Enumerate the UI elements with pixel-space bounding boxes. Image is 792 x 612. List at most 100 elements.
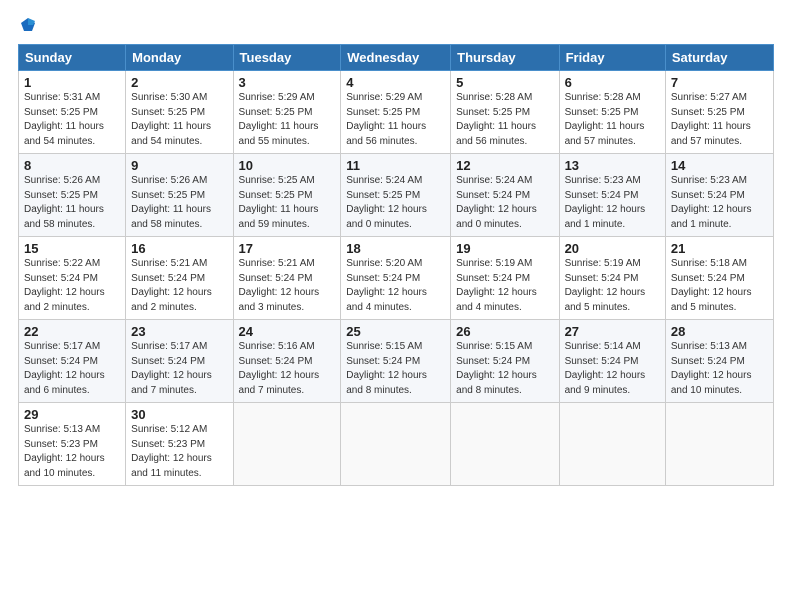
day-number: 26 [456,324,553,339]
day-number: 15 [24,241,120,256]
day-number: 14 [671,158,768,173]
calendar-cell: 16Sunrise: 5:21 AM Sunset: 5:24 PM Dayli… [126,237,233,320]
calendar-cell [233,403,341,486]
day-number: 20 [565,241,660,256]
day-number: 7 [671,75,768,90]
calendar-cell: 26Sunrise: 5:15 AM Sunset: 5:24 PM Dayli… [451,320,559,403]
calendar-cell: 4Sunrise: 5:29 AM Sunset: 5:25 PM Daylig… [341,71,451,154]
calendar-cell: 1Sunrise: 5:31 AM Sunset: 5:25 PM Daylig… [19,71,126,154]
calendar-cell: 3Sunrise: 5:29 AM Sunset: 5:25 PM Daylig… [233,71,341,154]
day-number: 6 [565,75,660,90]
calendar-cell: 30Sunrise: 5:12 AM Sunset: 5:23 PM Dayli… [126,403,233,486]
logo [18,16,37,34]
day-info: Sunrise: 5:29 AM Sunset: 5:25 PM Dayligh… [239,91,336,149]
day-info: Sunrise: 5:31 AM Sunset: 5:25 PM Dayligh… [24,91,120,149]
calendar-week-row: 29Sunrise: 5:13 AM Sunset: 5:23 PM Dayli… [19,403,774,486]
day-info: Sunrise: 5:22 AM Sunset: 5:24 PM Dayligh… [24,257,120,315]
day-number: 21 [671,241,768,256]
calendar-page: SundayMondayTuesdayWednesdayThursdayFrid… [0,0,792,612]
day-info: Sunrise: 5:20 AM Sunset: 5:24 PM Dayligh… [346,257,445,315]
day-info: Sunrise: 5:14 AM Sunset: 5:24 PM Dayligh… [565,340,660,398]
header [18,16,774,34]
calendar-cell [341,403,451,486]
day-info: Sunrise: 5:26 AM Sunset: 5:25 PM Dayligh… [24,174,120,232]
day-info: Sunrise: 5:15 AM Sunset: 5:24 PM Dayligh… [456,340,553,398]
calendar-cell: 5Sunrise: 5:28 AM Sunset: 5:25 PM Daylig… [451,71,559,154]
day-info: Sunrise: 5:21 AM Sunset: 5:24 PM Dayligh… [131,257,227,315]
day-info: Sunrise: 5:19 AM Sunset: 5:24 PM Dayligh… [456,257,553,315]
day-info: Sunrise: 5:19 AM Sunset: 5:24 PM Dayligh… [565,257,660,315]
day-number: 1 [24,75,120,90]
day-info: Sunrise: 5:13 AM Sunset: 5:24 PM Dayligh… [671,340,768,398]
day-number: 23 [131,324,227,339]
day-info: Sunrise: 5:23 AM Sunset: 5:24 PM Dayligh… [565,174,660,232]
calendar-cell: 18Sunrise: 5:20 AM Sunset: 5:24 PM Dayli… [341,237,451,320]
calendar-table: SundayMondayTuesdayWednesdayThursdayFrid… [18,44,774,486]
day-number: 28 [671,324,768,339]
calendar-cell: 28Sunrise: 5:13 AM Sunset: 5:24 PM Dayli… [665,320,773,403]
day-of-week-header: Friday [559,45,665,71]
day-info: Sunrise: 5:30 AM Sunset: 5:25 PM Dayligh… [131,91,227,149]
day-info: Sunrise: 5:25 AM Sunset: 5:25 PM Dayligh… [239,174,336,232]
calendar-cell: 29Sunrise: 5:13 AM Sunset: 5:23 PM Dayli… [19,403,126,486]
day-info: Sunrise: 5:17 AM Sunset: 5:24 PM Dayligh… [24,340,120,398]
day-number: 9 [131,158,227,173]
calendar-cell: 27Sunrise: 5:14 AM Sunset: 5:24 PM Dayli… [559,320,665,403]
calendar-cell: 6Sunrise: 5:28 AM Sunset: 5:25 PM Daylig… [559,71,665,154]
day-of-week-header: Saturday [665,45,773,71]
calendar-cell: 11Sunrise: 5:24 AM Sunset: 5:25 PM Dayli… [341,154,451,237]
calendar-week-row: 22Sunrise: 5:17 AM Sunset: 5:24 PM Dayli… [19,320,774,403]
day-number: 19 [456,241,553,256]
day-number: 5 [456,75,553,90]
day-number: 2 [131,75,227,90]
calendar-cell: 10Sunrise: 5:25 AM Sunset: 5:25 PM Dayli… [233,154,341,237]
day-number: 24 [239,324,336,339]
calendar-cell [665,403,773,486]
calendar-cell: 24Sunrise: 5:16 AM Sunset: 5:24 PM Dayli… [233,320,341,403]
calendar-cell: 17Sunrise: 5:21 AM Sunset: 5:24 PM Dayli… [233,237,341,320]
day-of-week-header: Wednesday [341,45,451,71]
calendar-cell: 7Sunrise: 5:27 AM Sunset: 5:25 PM Daylig… [665,71,773,154]
calendar-cell: 12Sunrise: 5:24 AM Sunset: 5:24 PM Dayli… [451,154,559,237]
day-of-week-header: Monday [126,45,233,71]
day-number: 22 [24,324,120,339]
day-number: 11 [346,158,445,173]
calendar-header-row: SundayMondayTuesdayWednesdayThursdayFrid… [19,45,774,71]
day-number: 16 [131,241,227,256]
day-info: Sunrise: 5:18 AM Sunset: 5:24 PM Dayligh… [671,257,768,315]
calendar-week-row: 8Sunrise: 5:26 AM Sunset: 5:25 PM Daylig… [19,154,774,237]
logo-flag-icon [19,16,37,34]
day-number: 8 [24,158,120,173]
calendar-cell [451,403,559,486]
day-of-week-header: Sunday [19,45,126,71]
calendar-cell: 13Sunrise: 5:23 AM Sunset: 5:24 PM Dayli… [559,154,665,237]
day-info: Sunrise: 5:17 AM Sunset: 5:24 PM Dayligh… [131,340,227,398]
day-number: 18 [346,241,445,256]
day-info: Sunrise: 5:15 AM Sunset: 5:24 PM Dayligh… [346,340,445,398]
day-number: 13 [565,158,660,173]
calendar-cell [559,403,665,486]
day-info: Sunrise: 5:21 AM Sunset: 5:24 PM Dayligh… [239,257,336,315]
day-info: Sunrise: 5:24 AM Sunset: 5:24 PM Dayligh… [456,174,553,232]
day-info: Sunrise: 5:28 AM Sunset: 5:25 PM Dayligh… [456,91,553,149]
day-number: 10 [239,158,336,173]
day-number: 25 [346,324,445,339]
day-number: 30 [131,407,227,422]
day-of-week-header: Tuesday [233,45,341,71]
calendar-cell: 14Sunrise: 5:23 AM Sunset: 5:24 PM Dayli… [665,154,773,237]
calendar-cell: 15Sunrise: 5:22 AM Sunset: 5:24 PM Dayli… [19,237,126,320]
day-info: Sunrise: 5:13 AM Sunset: 5:23 PM Dayligh… [24,423,120,481]
day-info: Sunrise: 5:24 AM Sunset: 5:25 PM Dayligh… [346,174,445,232]
calendar-cell: 8Sunrise: 5:26 AM Sunset: 5:25 PM Daylig… [19,154,126,237]
day-number: 4 [346,75,445,90]
calendar-cell: 25Sunrise: 5:15 AM Sunset: 5:24 PM Dayli… [341,320,451,403]
calendar-cell: 22Sunrise: 5:17 AM Sunset: 5:24 PM Dayli… [19,320,126,403]
day-number: 27 [565,324,660,339]
calendar-cell: 9Sunrise: 5:26 AM Sunset: 5:25 PM Daylig… [126,154,233,237]
day-number: 17 [239,241,336,256]
day-info: Sunrise: 5:29 AM Sunset: 5:25 PM Dayligh… [346,91,445,149]
day-info: Sunrise: 5:23 AM Sunset: 5:24 PM Dayligh… [671,174,768,232]
calendar-week-row: 15Sunrise: 5:22 AM Sunset: 5:24 PM Dayli… [19,237,774,320]
calendar-cell: 20Sunrise: 5:19 AM Sunset: 5:24 PM Dayli… [559,237,665,320]
day-info: Sunrise: 5:12 AM Sunset: 5:23 PM Dayligh… [131,423,227,481]
